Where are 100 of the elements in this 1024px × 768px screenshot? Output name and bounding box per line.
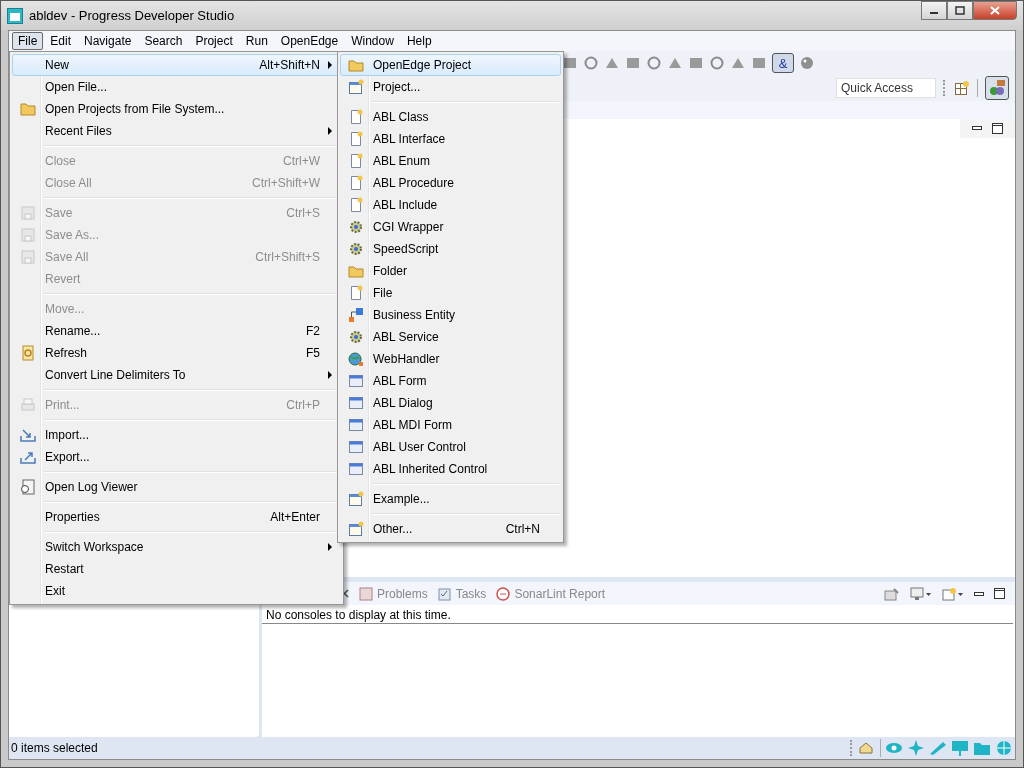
perspective-button[interactable] xyxy=(985,76,1009,100)
status-text: 0 items selected xyxy=(11,741,98,755)
document-icon xyxy=(348,197,364,213)
submenu-arrow-icon xyxy=(328,543,332,551)
report-icon xyxy=(496,586,511,601)
menu-item[interactable]: ABL Enum xyxy=(340,150,561,172)
menu-item[interactable]: Properties Alt+Enter xyxy=(12,506,341,528)
maximize-icon[interactable] xyxy=(992,123,1003,134)
menu-item[interactable]: Refresh F5 xyxy=(12,342,341,364)
presentation-icon[interactable] xyxy=(951,740,969,756)
menu-item[interactable]: Export... xyxy=(12,446,341,468)
maximize-icon[interactable] xyxy=(994,588,1005,599)
menu-item[interactable]: ABL Include xyxy=(340,194,561,216)
menu-bar-item[interactable]: OpenEdge xyxy=(274,32,345,50)
menu-item[interactable]: Switch Workspace xyxy=(12,536,341,558)
menu-item[interactable]: ABL Class xyxy=(340,106,561,128)
diagram-icon xyxy=(348,307,364,323)
menu-item[interactable]: Folder xyxy=(340,260,561,282)
document-icon xyxy=(348,109,364,125)
window-title: abldev - Progress Developer Studio xyxy=(29,8,235,23)
menu-item[interactable]: ABL Procedure xyxy=(340,172,561,194)
menu-item[interactable]: Example... xyxy=(340,488,561,510)
menu-item[interactable]: Exit xyxy=(12,580,341,602)
document-icon xyxy=(348,153,364,169)
menu-item[interactable]: Project... xyxy=(340,76,561,98)
menu-bar-item[interactable]: Search xyxy=(138,32,189,50)
menu-item[interactable]: CGI Wrapper xyxy=(340,216,561,238)
globe-icon xyxy=(348,351,364,367)
gear-icon xyxy=(348,241,364,257)
menu-bar-item[interactable]: Navigate xyxy=(78,32,138,50)
menu-bar-item[interactable]: Edit xyxy=(44,32,78,50)
menu-bar-item[interactable]: Window xyxy=(345,32,400,50)
problems-icon xyxy=(359,586,373,601)
pin-icon[interactable] xyxy=(884,586,900,601)
menu-item[interactable]: ABL Service xyxy=(340,326,561,348)
globe-icon[interactable] xyxy=(995,740,1013,756)
form-icon xyxy=(348,417,364,433)
eye-icon[interactable] xyxy=(885,740,903,756)
close-icon xyxy=(990,6,1000,15)
folder-icon xyxy=(348,57,364,73)
menu-item[interactable]: ABL Dialog xyxy=(340,392,561,414)
menu-item[interactable]: Import... xyxy=(12,424,341,446)
document-icon xyxy=(348,175,364,191)
export-icon xyxy=(20,449,36,465)
form-icon xyxy=(348,395,364,411)
sparkle-icon[interactable] xyxy=(907,740,925,756)
menu-item[interactable]: SpeedScript xyxy=(340,238,561,260)
folder-icon xyxy=(348,263,364,279)
menu-item[interactable]: OpenEdge Project xyxy=(340,54,561,76)
submenu-arrow-icon xyxy=(328,127,332,135)
menu-bar-item[interactable]: Run xyxy=(239,32,274,50)
document-icon xyxy=(348,131,364,147)
menu-item[interactable]: Restart xyxy=(12,558,341,580)
menu-bar-item[interactable]: Help xyxy=(400,32,438,50)
menu-item[interactable]: Open Log Viewer xyxy=(12,476,341,498)
import-icon xyxy=(20,427,36,443)
close-button[interactable] xyxy=(973,1,1017,20)
menu-item[interactable]: ABL MDI Form xyxy=(340,414,561,436)
hand-icon[interactable] xyxy=(858,740,876,756)
menu-item[interactable]: Other... Ctrl+N xyxy=(340,518,561,540)
folder-icon[interactable] xyxy=(973,740,991,756)
menu-bar-item[interactable]: Project xyxy=(189,32,239,50)
menu-item[interactable]: ABL Form xyxy=(340,370,561,392)
monitor-icon[interactable] xyxy=(910,586,932,601)
new-window-icon xyxy=(348,491,364,507)
submenu-arrow-icon xyxy=(328,61,332,69)
open-perspective-icon[interactable] xyxy=(954,80,970,96)
quick-access-field[interactable]: Quick Access xyxy=(836,78,936,98)
menu-item[interactable]: Convert Line Delimiters To xyxy=(12,364,341,386)
menu-item[interactable]: File xyxy=(340,282,561,304)
maximize-icon xyxy=(955,6,965,15)
app-icon xyxy=(7,7,23,24)
form-icon xyxy=(348,373,364,389)
new-window-icon xyxy=(348,79,364,95)
refresh-icon xyxy=(20,345,36,361)
gear-icon xyxy=(348,329,364,345)
menu-bar-item[interactable]: File xyxy=(12,32,44,50)
document-icon xyxy=(348,285,364,301)
new-console-icon[interactable] xyxy=(942,586,964,601)
console-message: No consoles to display at this time. xyxy=(262,605,1013,624)
menu-item[interactable]: ABL Interface xyxy=(340,128,561,150)
menu-item[interactable]: Rename... F2 xyxy=(12,320,341,342)
menu-item[interactable]: Business Entity xyxy=(340,304,561,326)
printer-icon xyxy=(20,397,36,413)
gear-icon xyxy=(348,219,364,235)
maximize-button[interactable] xyxy=(947,1,973,20)
submenu-arrow-icon xyxy=(328,371,332,379)
form-icon xyxy=(348,439,364,455)
menu-item[interactable]: Open Projects from File System... xyxy=(12,98,341,120)
form-icon xyxy=(348,461,364,477)
menu-item[interactable]: Recent Files xyxy=(12,120,341,142)
minimize-button[interactable] xyxy=(921,1,947,20)
log-icon xyxy=(20,479,36,495)
new-window-icon xyxy=(348,521,364,537)
menu-item[interactable]: WebHandler xyxy=(340,348,561,370)
menu-item[interactable]: ABL User Control xyxy=(340,436,561,458)
menu-item[interactable]: Open File... xyxy=(12,76,341,98)
toggle-button[interactable]: & xyxy=(772,53,794,73)
task-list-icon xyxy=(437,586,452,601)
menu-item[interactable]: ABL Inherited Control xyxy=(340,458,561,480)
